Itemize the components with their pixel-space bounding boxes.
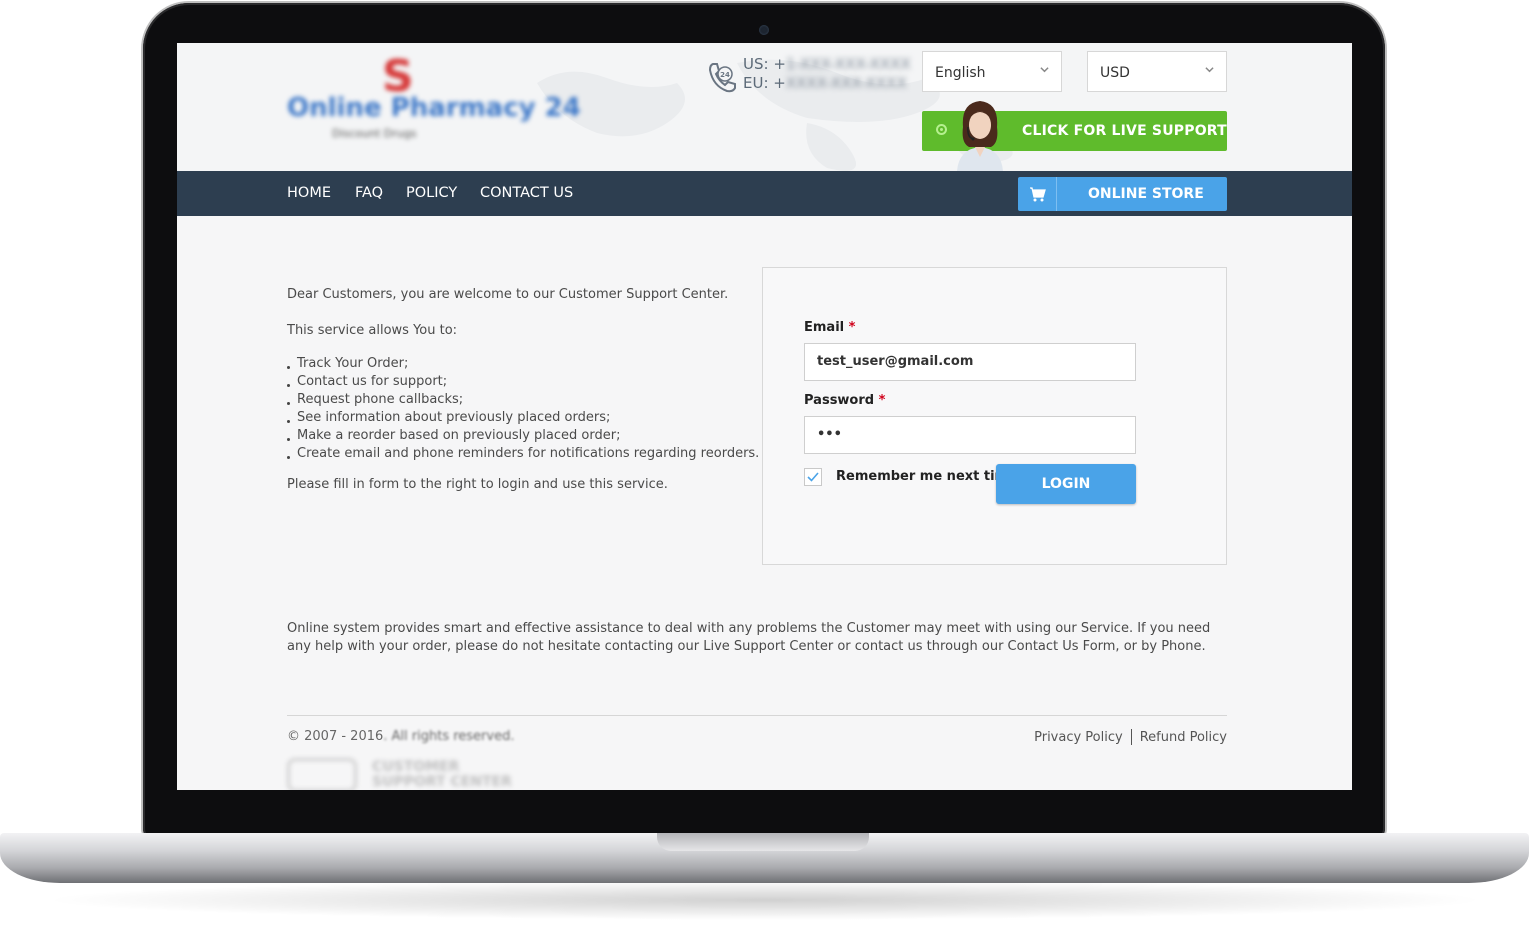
email-value: test_user@gmail.com [817,354,974,369]
phone-24-icon: 24 [708,63,736,93]
checkmark-icon [807,472,819,482]
browser-screen: S Online Pharmacy 24 Discount Drugs 24 U… [177,43,1352,790]
phone-us-number: 1-XXX-XXX-XXXX [785,55,911,73]
list-item: Make a reorder based on previously place… [287,427,759,445]
email-label-text: Email [804,320,845,335]
required-mark: * [878,393,886,408]
list-item: Request phone callbacks; [287,391,759,409]
phone-eu-prefix: EU: + [743,74,786,92]
currency-select[interactable]: USD [1087,51,1227,92]
list-item: Contact us for support; [287,373,759,391]
instruction-text: Please fill in form to the right to logi… [287,477,668,492]
logo-text: Online Pharmacy 24 [287,93,581,123]
phone-eu-number: XXXX-XXX-XXXX [785,74,907,92]
laptop-hinge [657,833,869,851]
list-item: Track Your Order; [287,355,759,373]
main-nav: HOME FAQ POLICY CONTACT US ONLINE STORE [177,171,1352,216]
site-header: S Online Pharmacy 24 Discount Drugs 24 U… [177,43,1352,171]
list-item: See information about previously placed … [287,409,759,427]
laptop-shadow [40,880,1490,920]
svg-text:24: 24 [720,71,730,79]
copyright-start: © 2007 - 2016 [287,729,384,744]
footer-divider [287,715,1227,716]
welcome-text: Dear Customers, you are welcome to our C… [287,287,729,302]
footer-links: Privacy Policy Refund Policy [1034,729,1227,745]
csc-logo-line2: SUPPORT CENTER [372,774,512,790]
remember-label[interactable]: Remember me next time [836,469,1017,484]
remember-checkbox[interactable] [804,468,822,486]
password-field[interactable]: ••• [804,416,1136,454]
phone-numbers: US: +1-XXX-XXX-XXXX EU: +XXXX-XXX-XXXX [743,55,911,93]
required-mark: * [848,320,856,335]
customer-support-center-logo: CUSTOMER SUPPORT CENTER [287,758,527,790]
password-label-text: Password [804,393,875,408]
cart-icon [1018,177,1057,211]
feature-list: Track Your Order; Contact us for support… [287,355,759,463]
phone-eu[interactable]: EU: +XXXX-XXX-XXXX [743,74,911,93]
csc-logo-line1: CUSTOMER [372,759,460,775]
allows-text: This service allows You to: [287,323,458,338]
login-form: Email * test_user@gmail.com Password * •… [762,267,1227,565]
email-label: Email * [804,320,855,335]
nav-policy[interactable]: POLICY [406,171,457,216]
webcam [759,25,769,35]
site-logo[interactable]: S Online Pharmacy 24 Discount Drugs [287,51,581,151]
nav-contact-us[interactable]: CONTACT US [480,171,573,216]
copyright: © 2007 - 2016. All rights reserved. [287,729,514,744]
link-separator [1130,729,1132,745]
phone-us[interactable]: US: +1-XXX-XXX-XXXX [743,55,911,74]
list-item: Create email and phone reminders for not… [287,445,759,463]
currency-value: USD [1100,65,1130,81]
language-value: English [935,65,986,81]
copyright-rest: . All rights reserved. [383,729,515,744]
language-select[interactable]: English [922,51,1062,92]
phone-us-prefix: US: + [743,55,786,73]
nav-faq[interactable]: FAQ [355,171,383,216]
nav-home[interactable]: HOME [287,171,331,216]
logo-subtitle: Discount Drugs [332,127,417,140]
chevron-down-icon [1205,67,1214,73]
online-store-button[interactable]: ONLINE STORE [1018,177,1227,211]
support-agent-image [957,101,1003,171]
live-support-label: CLICK FOR LIVE SUPPORT [1022,123,1227,139]
privacy-policy-link[interactable]: Privacy Policy [1034,730,1123,745]
csc-logo-text: CUSTOMER SUPPORT CENTER [372,760,512,790]
csc-logo-mark [287,758,357,790]
info-paragraph: Online system provides smart and effecti… [287,621,1211,654]
online-store-label: ONLINE STORE [1088,186,1204,202]
refund-policy-link[interactable]: Refund Policy [1140,730,1227,745]
password-value: ••• [817,427,842,442]
chevron-down-icon [1040,67,1049,73]
email-field[interactable]: test_user@gmail.com [804,343,1136,381]
password-label: Password * [804,393,885,408]
login-button[interactable]: LOGIN [996,464,1136,504]
